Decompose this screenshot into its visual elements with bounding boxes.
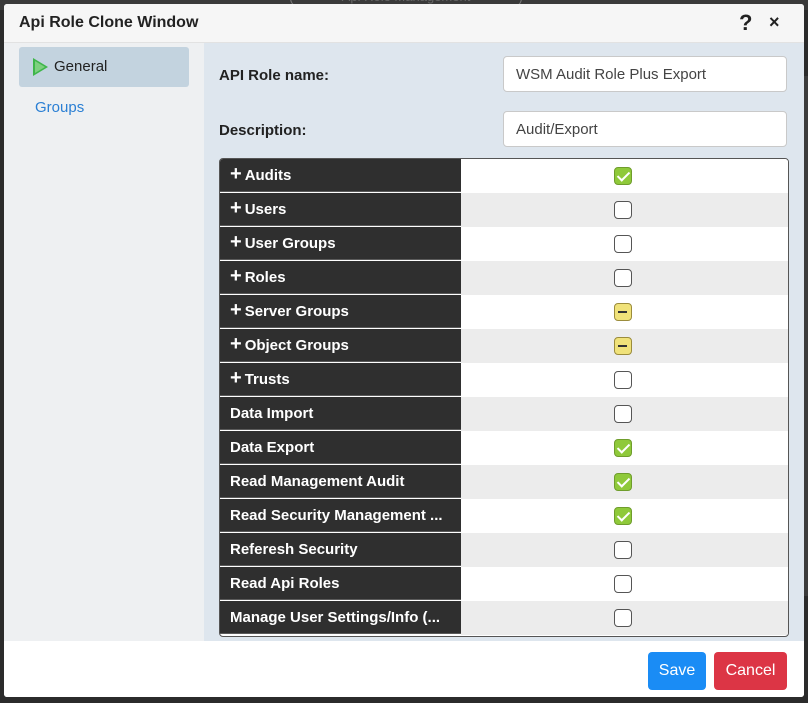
help-icon[interactable]: ?	[739, 10, 752, 36]
permission-label: Data Import	[230, 405, 314, 422]
permission-cell	[461, 567, 788, 601]
cancel-button[interactable]: Cancel	[714, 652, 787, 690]
table-row: Read Security Management ...	[220, 499, 788, 533]
permission-cell	[461, 499, 788, 533]
permission-cell	[461, 601, 788, 635]
plus-icon[interactable]: +	[230, 193, 242, 224]
plus-icon[interactable]: +	[230, 261, 242, 292]
sidebar-item-general[interactable]: General	[19, 47, 189, 87]
permission-checkbox[interactable]	[614, 371, 632, 389]
permission-name[interactable]: + Server Groups	[220, 295, 461, 328]
permission-label: Users	[244, 201, 287, 218]
permission-name[interactable]: + User Groups	[220, 227, 461, 260]
table-row: Manage User Settings/Info (...	[220, 601, 788, 635]
permission-name: Read Security Management ...	[220, 499, 461, 532]
permission-name: Read Api Roles	[220, 567, 461, 600]
permission-name[interactable]: + Object Groups	[220, 329, 461, 362]
description-input[interactable]	[503, 111, 787, 147]
plus-icon[interactable]: +	[230, 295, 242, 326]
permission-name: Manage User Settings/Info (...	[220, 601, 461, 634]
permission-label: Roles	[244, 269, 286, 286]
table-row: + User Groups	[220, 227, 788, 261]
plus-icon[interactable]: +	[230, 363, 242, 394]
role-name-label: API Role name:	[219, 67, 330, 84]
plus-icon[interactable]: +	[230, 329, 242, 360]
table-row: + Trusts	[220, 363, 788, 397]
permission-name[interactable]: + Audits	[220, 159, 461, 192]
permission-label: Referesh Security	[230, 541, 358, 558]
dialog-title: Api Role Clone Window	[19, 14, 199, 31]
description-label: Description:	[219, 122, 307, 139]
permission-label: Read Management Audit	[230, 473, 405, 490]
permission-checkbox[interactable]	[614, 167, 632, 185]
permission-checkbox[interactable]	[614, 473, 632, 491]
dialog-footer: Save Cancel	[4, 641, 804, 697]
table-row: + Audits	[220, 159, 788, 193]
permission-cell	[461, 431, 788, 465]
table-row: + Users	[220, 193, 788, 227]
permission-label: Audits	[244, 167, 292, 184]
sidebar-item-label: General	[54, 58, 108, 75]
permission-cell	[461, 397, 788, 431]
sidebar: General Groups	[4, 43, 204, 641]
table-row: Data Import	[220, 397, 788, 431]
permission-cell	[461, 261, 788, 295]
permission-name: Data Export	[220, 431, 461, 464]
permission-checkbox[interactable]	[614, 269, 632, 287]
permission-checkbox[interactable]	[614, 405, 632, 423]
main-panel: API Role name: Description: +Audits+User…	[204, 43, 804, 641]
permission-cell	[461, 295, 788, 329]
plus-icon[interactable]: +	[230, 227, 242, 258]
permission-checkbox[interactable]	[614, 337, 632, 355]
clone-dialog: Api Role Clone Window ? × General Groups…	[4, 4, 804, 697]
table-row: + Server Groups	[220, 295, 788, 329]
permission-checkbox[interactable]	[614, 439, 632, 457]
dialog-titlebar: Api Role Clone Window ? ×	[4, 4, 804, 43]
sidebar-item-label: Groups	[35, 99, 85, 116]
table-row: Read Api Roles	[220, 567, 788, 601]
table-row: Referesh Security	[220, 533, 788, 567]
permission-label: Server Groups	[244, 303, 349, 320]
permission-label: Read Api Roles	[230, 575, 340, 592]
permission-label: Read Security Management ...	[230, 507, 443, 524]
permission-name[interactable]: + Roles	[220, 261, 461, 294]
permission-name: Read Management Audit	[220, 465, 461, 498]
permission-checkbox[interactable]	[614, 575, 632, 593]
permission-cell	[461, 227, 788, 261]
sidebar-item-groups[interactable]: Groups	[19, 88, 189, 128]
permission-name: Data Import	[220, 397, 461, 430]
permission-checkbox[interactable]	[614, 541, 632, 559]
table-row: + Roles	[220, 261, 788, 295]
permission-label: User Groups	[244, 235, 336, 252]
table-row: Data Export	[220, 431, 788, 465]
permission-name[interactable]: + Trusts	[220, 363, 461, 396]
permission-cell	[461, 533, 788, 567]
permission-checkbox[interactable]	[614, 507, 632, 525]
permission-cell	[461, 159, 788, 193]
permission-name[interactable]: + Users	[220, 193, 461, 226]
permission-name: Referesh Security	[220, 533, 461, 566]
permission-label: Object Groups	[244, 337, 349, 354]
role-name-input[interactable]	[503, 56, 787, 92]
save-button[interactable]: Save	[648, 652, 706, 690]
permission-cell	[461, 363, 788, 397]
permissions-table: + Audits + Users + User Groups + Roles + Server G…	[219, 158, 789, 637]
plus-icon[interactable]: +	[230, 159, 242, 190]
table-row: + Object Groups	[220, 329, 788, 363]
permission-cell	[461, 465, 788, 499]
play-icon	[33, 58, 48, 76]
permission-label: Trusts	[244, 371, 290, 388]
table-row: Read Management Audit	[220, 465, 788, 499]
permission-cell	[461, 193, 788, 227]
permission-checkbox[interactable]	[614, 201, 632, 219]
close-icon[interactable]: ×	[769, 12, 780, 33]
permission-label: Manage User Settings/Info (...	[230, 609, 441, 626]
permission-checkbox[interactable]	[614, 303, 632, 321]
permission-cell	[461, 329, 788, 363]
permission-label: Data Export	[230, 439, 315, 456]
permission-checkbox[interactable]	[614, 235, 632, 253]
permission-checkbox[interactable]	[614, 609, 632, 627]
